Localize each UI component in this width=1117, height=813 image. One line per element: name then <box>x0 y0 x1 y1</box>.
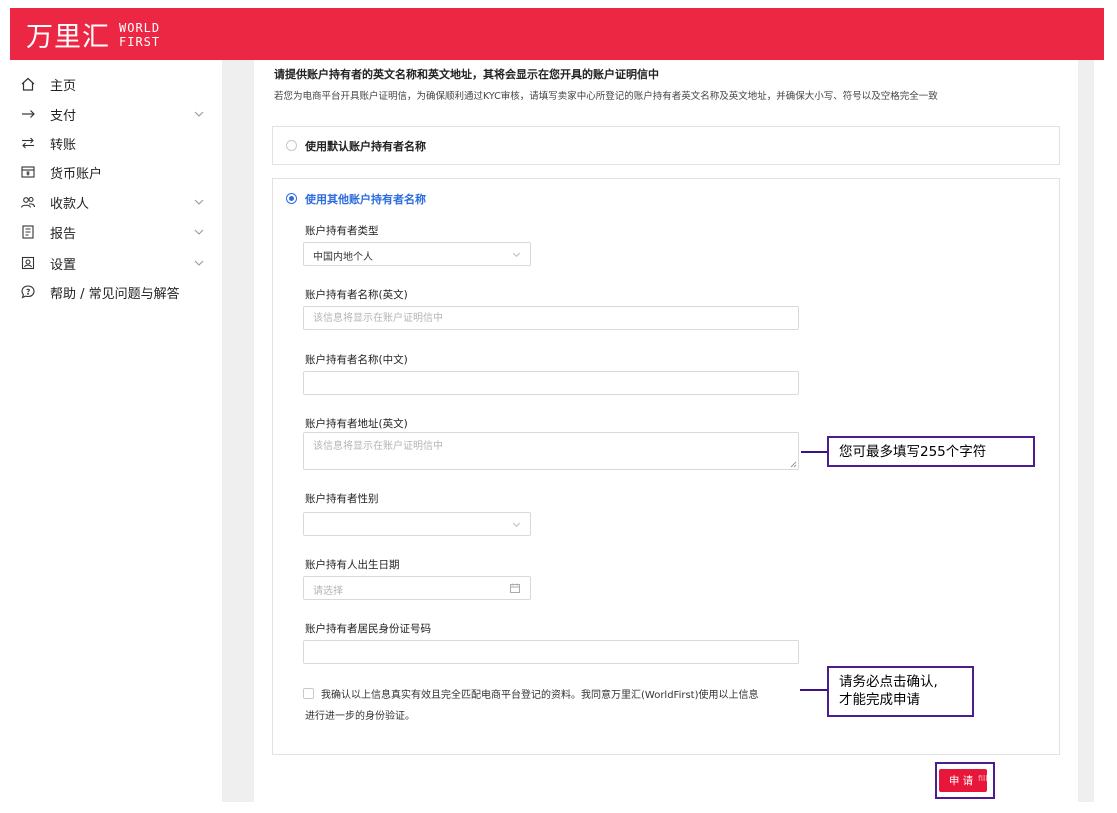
name-en-label: 账户持有者名称(英文) <box>305 289 408 301</box>
id-number-input[interactable] <box>303 640 799 664</box>
sidebar-item-transfer[interactable]: 转账 <box>10 129 222 157</box>
transfer-icon <box>18 133 38 153</box>
name-en-input[interactable] <box>303 306 799 330</box>
sidebar-item-label: 收款人 <box>50 196 90 212</box>
wallet-icon <box>18 162 38 182</box>
form-heading: 请提供账户持有者的英文名称和英文地址，其将会显示在您开具的账户证明信中 <box>274 68 659 81</box>
consent-checkbox[interactable] <box>303 688 314 699</box>
chevron-down-icon[interactable] <box>192 195 206 209</box>
other-holder-radio[interactable] <box>286 193 297 204</box>
sidebar-item-label: 货币账户 <box>50 166 103 182</box>
birth-date-placeholder: 请选择 <box>313 586 343 597</box>
consent-text-line2: 进行进一步的身份验证。 <box>305 711 415 722</box>
confirm-callout: 请务必点击确认, 才能完成申请 <box>827 666 974 717</box>
address-en-label: 账户持有者地址(英文) <box>305 418 408 430</box>
sidebar-item-label: 设置 <box>50 257 77 273</box>
holder-type-value: 中国内地个人 <box>313 252 373 263</box>
form-instructions: 若您为电商平台开具账户证明信，为确保顺利通过KYC审核，请填写卖家中心所登记的账… <box>274 91 938 102</box>
confirm-callout-line1: 请务必点击确认, <box>839 674 938 690</box>
users-icon <box>18 192 38 212</box>
sidebar-item-label: 主页 <box>50 78 77 94</box>
chevron-down-icon[interactable] <box>192 256 206 270</box>
sidebar-item-payees[interactable]: 收款人 <box>10 188 222 216</box>
gender-select[interactable] <box>303 512 531 536</box>
sidebar-item-label: 帮助 / 常见问题与解答 <box>50 286 180 302</box>
default-holder-radio[interactable] <box>286 140 297 151</box>
holder-type-select[interactable]: 中国内地个人 <box>303 242 531 266</box>
id-number-label: 账户持有者居民身份证号码 <box>305 623 431 635</box>
calendar-icon[interactable] <box>509 582 521 594</box>
birth-date-label: 账户持有人出生日期 <box>305 559 400 571</box>
chevron-down-icon[interactable] <box>192 107 206 121</box>
callout-connector <box>800 689 827 691</box>
logo-chinese-name: 万里汇 <box>26 22 110 53</box>
address-en-textarea[interactable] <box>303 432 799 470</box>
sidebar-item-label: 转账 <box>50 137 77 153</box>
confirm-callout-line2: 才能完成申请 <box>839 692 920 708</box>
sidebar-item-label: 报告 <box>50 226 77 242</box>
submit-button-ghost-text: fill <box>978 774 988 783</box>
char-limit-callout-text: 您可最多填写255个字符 <box>839 444 987 460</box>
sidebar-item-currency-accounts[interactable]: 货币账户 <box>10 158 222 186</box>
resize-handle-icon[interactable] <box>789 460 797 468</box>
help-chat-icon <box>18 282 38 302</box>
report-icon <box>18 222 38 242</box>
chevron-down-icon <box>512 522 521 528</box>
default-holder-radio-label[interactable]: 使用默认账户持有者名称 <box>305 138 426 154</box>
home-icon <box>18 74 38 94</box>
sidebar: 主页 支付 转账 货币账户 收款人 报告 设置 帮助 / 常见问题与解答 <box>10 60 222 802</box>
chevron-down-icon[interactable] <box>192 225 206 239</box>
callout-connector <box>801 451 828 453</box>
sidebar-item-reports[interactable]: 报告 <box>10 218 222 246</box>
sidebar-item-payments[interactable]: 支付 <box>10 100 222 128</box>
chevron-down-icon <box>512 252 521 258</box>
gender-label: 账户持有者性别 <box>305 493 379 505</box>
logo-english-name: WORLD FIRST <box>119 20 161 49</box>
holder-type-label: 账户持有者类型 <box>305 225 379 237</box>
birth-date-picker[interactable]: 请选择 <box>303 576 531 600</box>
sidebar-item-settings[interactable]: 设置 <box>10 249 222 277</box>
sidebar-item-home[interactable]: 主页 <box>10 70 222 98</box>
sidebar-item-label: 支付 <box>50 108 77 124</box>
arrow-right-icon <box>18 104 38 124</box>
sidebar-item-help[interactable]: 帮助 / 常见问题与解答 <box>10 278 222 306</box>
char-limit-callout: 您可最多填写255个字符 <box>827 436 1035 467</box>
consent-text-line1: 我确认以上信息真实有效且完全匹配电商平台登记的资料。我同意万里汇(WorldFi… <box>321 690 759 701</box>
name-cn-label: 账户持有者名称(中文) <box>305 354 408 366</box>
top-bar: 万里汇 WORLD FIRST <box>10 8 1104 60</box>
settings-icon <box>18 253 38 273</box>
worldfirst-logo[interactable]: 万里汇 WORLD FIRST <box>26 15 160 54</box>
other-holder-radio-label[interactable]: 使用其他账户持有者名称 <box>305 191 426 207</box>
name-cn-input[interactable] <box>303 371 799 395</box>
